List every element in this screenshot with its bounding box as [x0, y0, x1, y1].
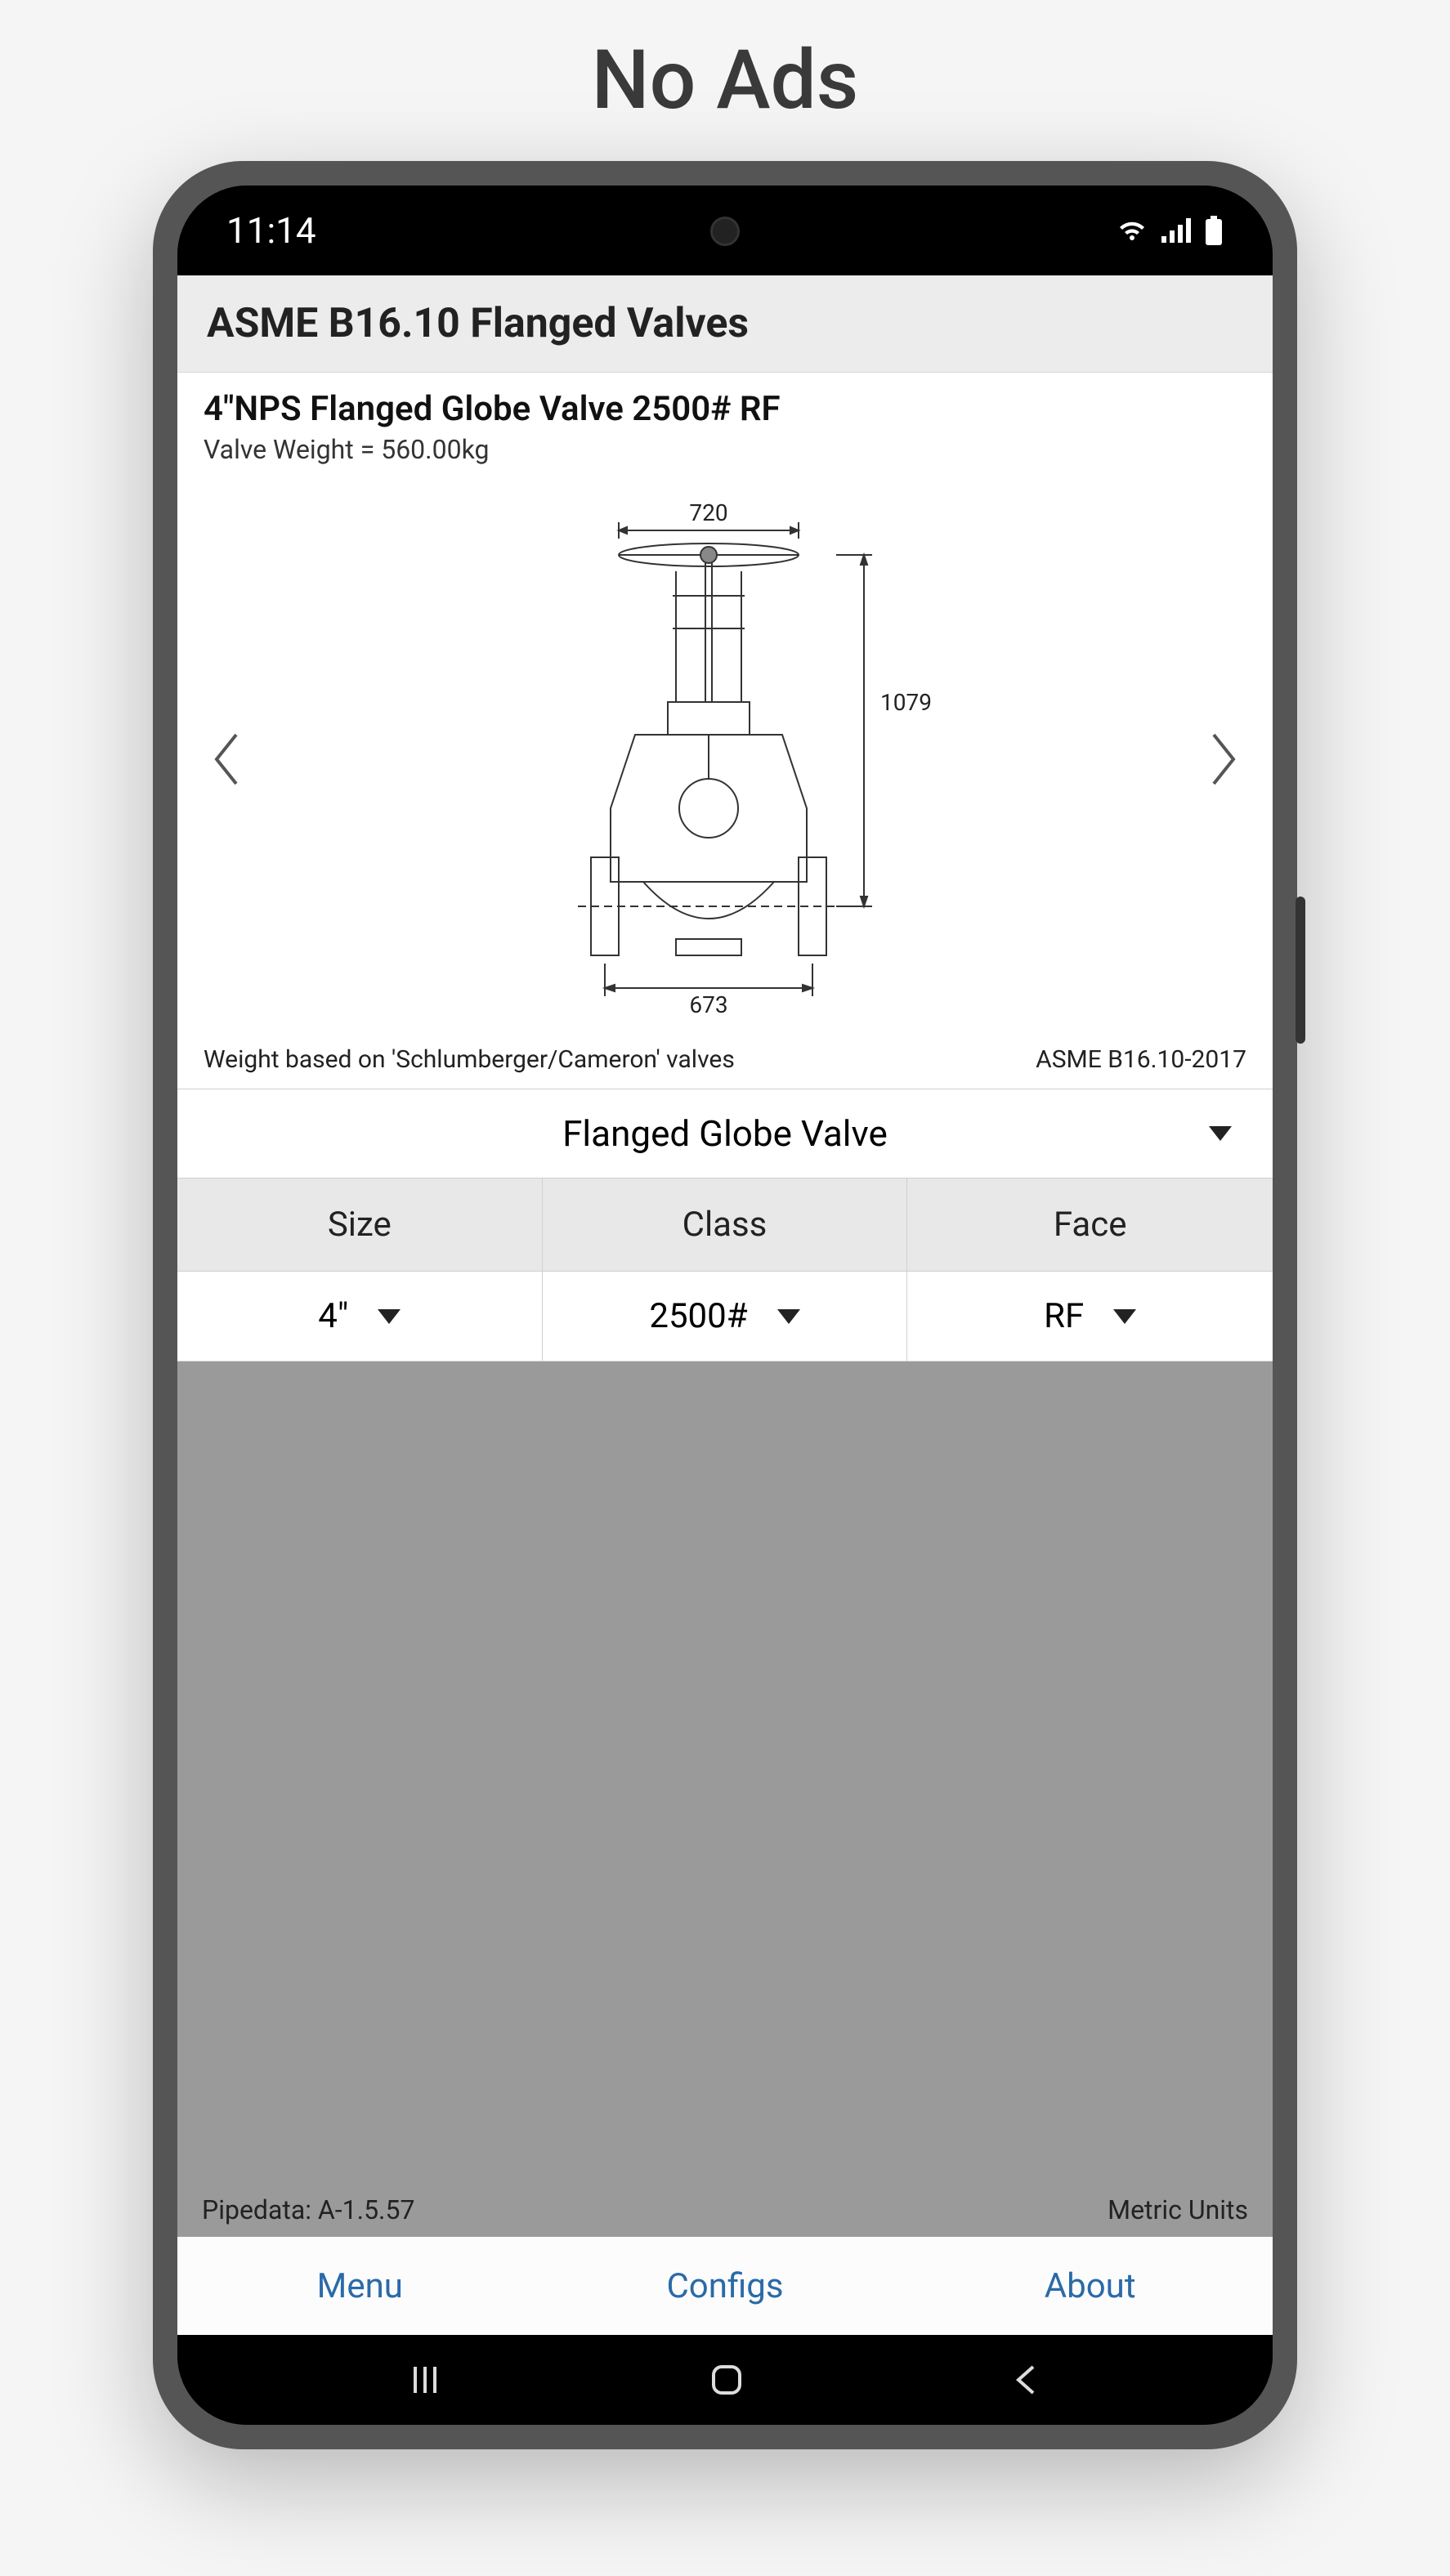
valve-type-select[interactable]: Flanged Globe Valve [177, 1089, 1273, 1178]
valve-weight: Valve Weight = 560.00kg [204, 434, 1246, 465]
standard-footnote: ASME B16.10-2017 [1036, 1045, 1246, 1074]
front-camera [710, 217, 740, 246]
android-nav-bar [177, 2335, 1273, 2425]
status-time: 11:14 [226, 209, 316, 252]
signal-icon [1161, 218, 1191, 243]
page-title: ASME B16.10 Flanged Valves [207, 300, 1243, 347]
back-button[interactable] [1010, 2362, 1043, 2398]
title-bar: ASME B16.10 Flanged Valves [177, 275, 1273, 373]
tab-configs[interactable]: Configs [543, 2266, 908, 2306]
chevron-down-icon [1209, 1126, 1232, 1141]
chevron-down-icon [378, 1309, 401, 1324]
size-select[interactable]: 4" [177, 1272, 543, 1361]
dim-right: 1079 [880, 689, 932, 716]
next-button[interactable] [1199, 722, 1248, 796]
empty-area: Pipedata: A-1.5.57 Metric Units [177, 1362, 1273, 2237]
face-select[interactable]: RF [907, 1272, 1273, 1361]
chevron-down-icon [1113, 1309, 1136, 1324]
version-label: Pipedata: A-1.5.57 [202, 2194, 414, 2225]
header-class: Class [543, 1178, 908, 1271]
valve-type-value: Flanged Globe Valve [562, 1112, 888, 1155]
size-value: 4" [318, 1296, 348, 1336]
home-button[interactable] [707, 2360, 746, 2399]
chevron-left-icon [212, 731, 241, 788]
promo-headline: No Ads [592, 33, 859, 128]
weight-footnote: Weight based on 'Schlumberger/Cameron' v… [204, 1045, 735, 1074]
class-select[interactable]: 2500# [543, 1272, 908, 1361]
status-bar: 11:14 [177, 186, 1273, 275]
bottom-tabs: Menu Configs About [177, 2237, 1273, 2335]
units-label: Metric Units [1108, 2194, 1248, 2225]
face-value: RF [1044, 1296, 1084, 1336]
valve-diagram: 720 [512, 498, 938, 1021]
app-content: ASME B16.10 Flanged Valves 4"NPS Flanged… [177, 275, 1273, 2335]
selectors-row: 4" 2500# RF [177, 1272, 1273, 1362]
chevron-down-icon [777, 1309, 800, 1324]
dim-bottom: 673 [689, 991, 727, 1018]
valve-title: 4"NPS Flanged Globe Valve 2500# RF [204, 389, 1246, 429]
header-face: Face [907, 1178, 1273, 1271]
phone-frame: 11:14 ASME B16.10 Flanged Valves 4"NPS F… [153, 161, 1297, 2449]
battery-icon [1204, 216, 1224, 245]
prev-button[interactable] [202, 722, 251, 796]
selectors-header: Size Class Face [177, 1178, 1273, 1272]
phone-side-button [1296, 897, 1305, 1044]
diagram-area: 720 [177, 473, 1273, 1045]
chevron-right-icon [1209, 731, 1238, 788]
class-value: 2500# [649, 1296, 747, 1336]
dim-top: 720 [689, 499, 727, 526]
tab-about[interactable]: About [907, 2266, 1273, 2306]
header-size: Size [177, 1178, 543, 1271]
tab-menu[interactable]: Menu [177, 2266, 543, 2306]
wifi-icon [1116, 217, 1148, 244]
recents-button[interactable] [407, 2362, 443, 2398]
